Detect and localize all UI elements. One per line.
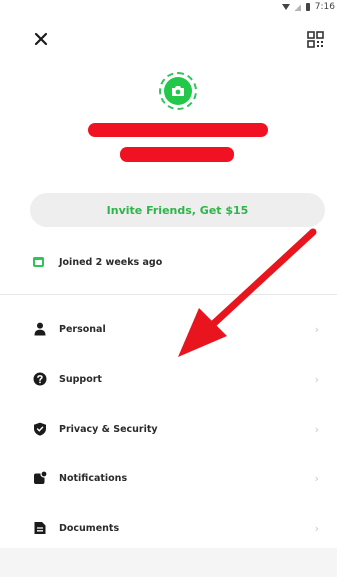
chevron-right-icon: ›	[314, 521, 319, 535]
menu-item-personal[interactable]: Personal ›	[0, 305, 337, 353]
close-icon[interactable]	[33, 31, 49, 47]
menu-label: Privacy & Security	[59, 423, 158, 435]
bottom-area	[0, 548, 337, 577]
menu-label: Personal	[59, 323, 106, 335]
redaction-mark	[120, 147, 234, 162]
chevron-right-icon: ›	[314, 422, 319, 436]
avatar-fill	[164, 77, 192, 105]
invite-friends-button[interactable]: Invite Friends, Get $15	[30, 193, 325, 227]
help-icon	[33, 372, 47, 386]
signal-icon	[294, 3, 301, 11]
redaction-mark	[88, 123, 268, 137]
status-icons: 7:16	[281, 2, 335, 12]
menu-item-documents[interactable]: Documents ›	[0, 504, 337, 552]
menu-label: Support	[59, 373, 102, 385]
document-icon	[34, 522, 46, 534]
menu-label: Documents	[59, 522, 120, 534]
chevron-right-icon: ›	[314, 471, 319, 485]
qr-code-icon[interactable]	[307, 31, 324, 48]
divider	[0, 294, 337, 295]
status-bar: 7:16	[0, 0, 337, 20]
battery-icon	[305, 3, 310, 11]
menu-item-notifications[interactable]: Notifications ›	[0, 454, 337, 502]
calendar-icon	[33, 257, 44, 267]
wifi-icon	[281, 4, 290, 10]
shield-icon	[34, 422, 46, 436]
joined-text: Joined 2 weeks ago	[59, 256, 163, 268]
camera-icon	[172, 86, 184, 96]
notification-icon	[34, 471, 47, 484]
menu-item-support[interactable]: Support ›	[0, 355, 337, 403]
chevron-right-icon: ›	[314, 372, 319, 386]
menu-item-privacy-security[interactable]: Privacy & Security ›	[0, 405, 337, 453]
joined-info: Joined 2 weeks ago	[33, 254, 162, 270]
menu-label: Notifications	[59, 472, 128, 484]
person-icon	[34, 322, 46, 336]
status-time: 7:16	[314, 2, 335, 12]
chevron-right-icon: ›	[314, 322, 319, 336]
avatar[interactable]	[159, 72, 197, 110]
